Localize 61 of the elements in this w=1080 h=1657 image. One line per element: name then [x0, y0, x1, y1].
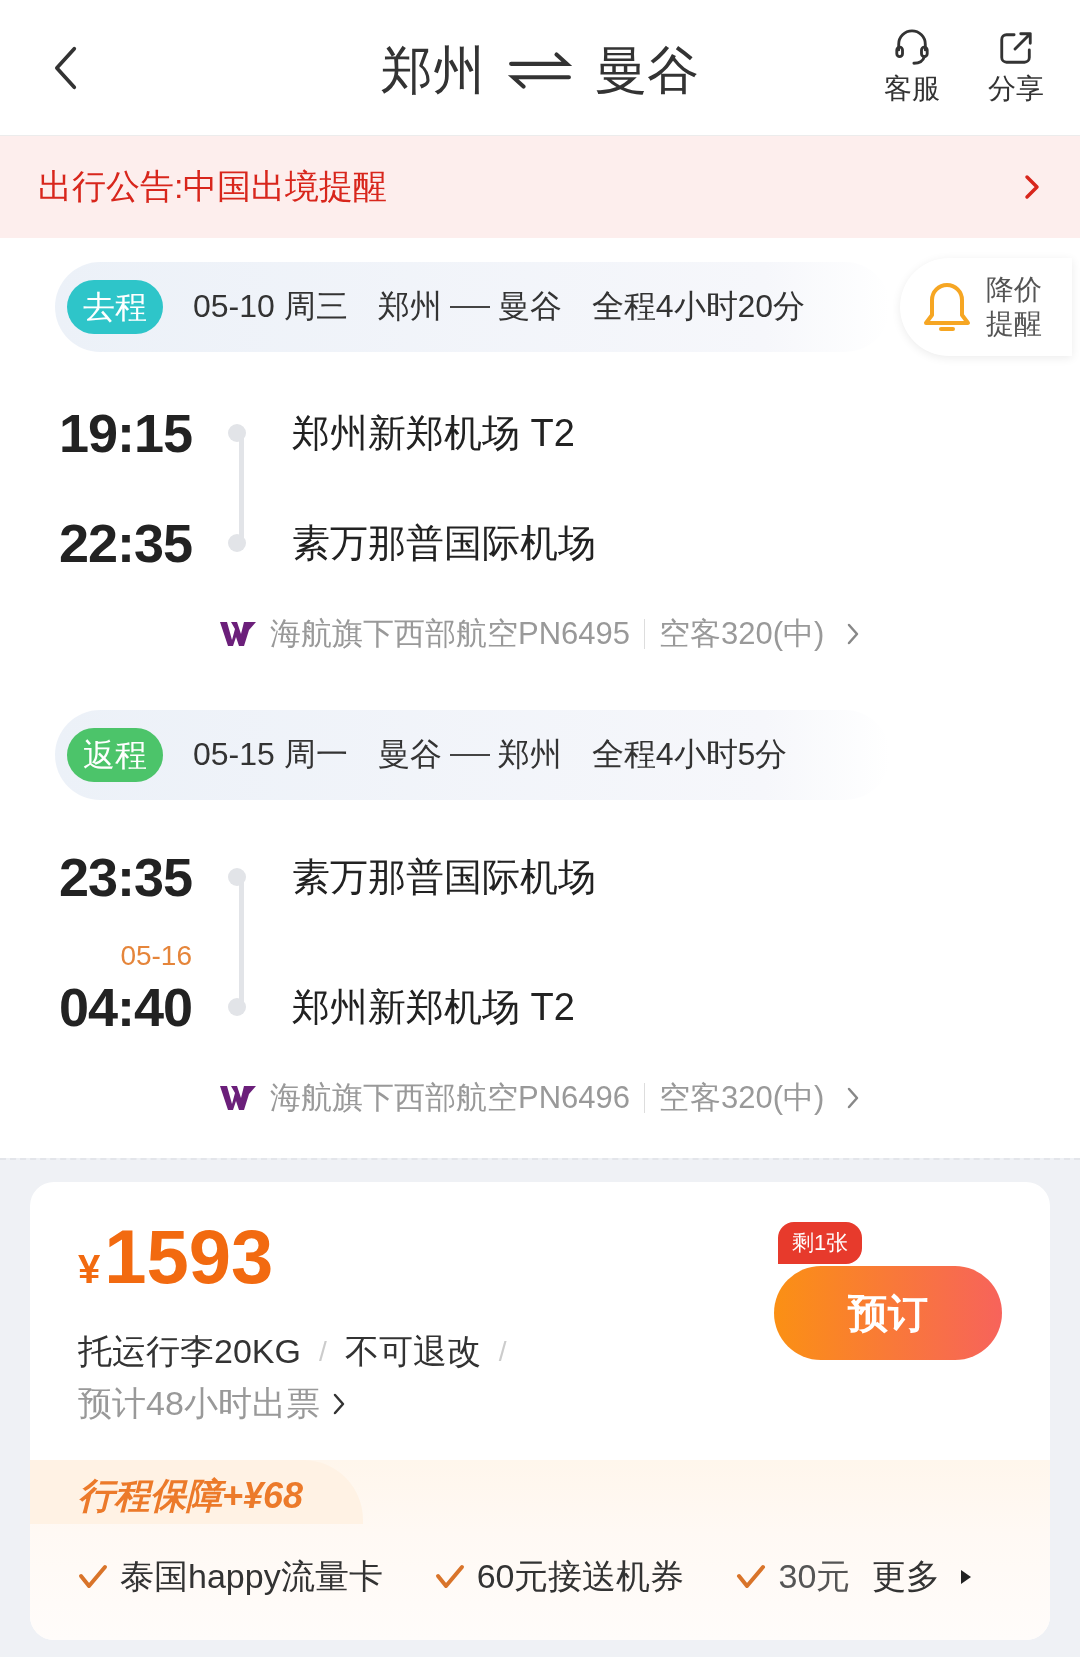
route-dash [449, 306, 490, 308]
price-alert-button[interactable]: 降价提醒 [900, 258, 1072, 356]
airline-logo-icon [220, 620, 256, 648]
ticketing-link[interactable]: 预计48小时出票 [78, 1378, 774, 1430]
currency-sign: ¥ [78, 1247, 101, 1292]
arrival-date: 05-16 [119, 939, 192, 973]
fare-rule: 不可退改 [344, 1331, 481, 1372]
timeline-dot [228, 998, 246, 1016]
protection-title: 行程保障+¥68 [30, 1460, 364, 1524]
trip-type-tag: 去程 [67, 280, 163, 334]
separator: / [318, 1336, 327, 1368]
ticketing-text[interactable]: 预计48小时出票 [78, 1381, 320, 1427]
origin-city: 郑州 [381, 40, 485, 100]
flight-info[interactable]: 海航旗下西部航空PN6495 [270, 613, 631, 655]
route-to: 曼谷 [497, 287, 562, 326]
timeline-dot [228, 868, 246, 886]
route-from: 郑州 [377, 287, 442, 326]
trip-duration: 全程4小时20分 [591, 287, 806, 326]
destination-city: 曼谷 [595, 40, 699, 100]
trip-date: 05-15 周一 [193, 735, 348, 774]
more-label[interactable]: 更多 [872, 1554, 941, 1600]
airport-name: 郑州新郑机场 T2 [292, 411, 576, 456]
swap-icon[interactable] [507, 49, 573, 91]
chevron-right-icon[interactable] [331, 1392, 346, 1416]
check-icon [434, 1564, 465, 1590]
route-to: 郑州 [497, 735, 562, 774]
airport-name: 郑州新郑机场 T2 [292, 985, 576, 1030]
book-button[interactable]: 预订 [774, 1266, 1002, 1360]
notice-bar[interactable]: 出行公告:中国出境提醒 [0, 136, 1080, 238]
fare-rule: 托运行李20KG [78, 1331, 301, 1372]
perk-text: 60元接送机券 [476, 1556, 685, 1597]
perk-text: 泰国happy流量卡 [120, 1556, 383, 1597]
flight-info[interactable]: 海航旗下西部航空PN6496 [270, 1077, 631, 1119]
trip-type-tag: 返程 [67, 728, 163, 782]
trip-date: 05-10 周三 [193, 287, 348, 326]
departure-time: 19:15 [57, 402, 192, 465]
airport-name: 素万那普国际机场 [292, 855, 597, 900]
trip-duration: 全程4小时5分 [591, 735, 788, 774]
separator: / [498, 1336, 507, 1368]
arrival-time: 04:40 [57, 976, 192, 1039]
airport-name: 素万那普国际机场 [292, 521, 597, 566]
share-label[interactable]: 分享 [988, 70, 1044, 107]
aircraft-type[interactable]: 空客320(中) [659, 1077, 825, 1119]
departure-time: 23:35 [57, 846, 192, 909]
notice-text[interactable]: 出行公告:中国出境提醒 [38, 164, 388, 210]
timeline-dot [228, 424, 246, 442]
price-amount: 1593 [104, 1213, 274, 1301]
perk-text: 30元 [778, 1556, 851, 1597]
airline-logo-icon [220, 1084, 256, 1112]
seats-left-badge: 剩1张 [778, 1222, 863, 1264]
check-icon [78, 1564, 108, 1590]
arrival-time: 22:35 [57, 512, 192, 575]
check-icon [736, 1564, 767, 1590]
headset-icon[interactable] [893, 28, 931, 67]
route-from: 曼谷 [377, 735, 442, 774]
triangle-right-icon[interactable] [960, 1569, 973, 1585]
route-dash [449, 754, 490, 756]
timeline-dot [228, 534, 246, 552]
aircraft-type[interactable]: 空客320(中) [659, 613, 825, 655]
more-button[interactable]: 更多 [872, 1554, 973, 1600]
service-label[interactable]: 客服 [884, 70, 940, 107]
